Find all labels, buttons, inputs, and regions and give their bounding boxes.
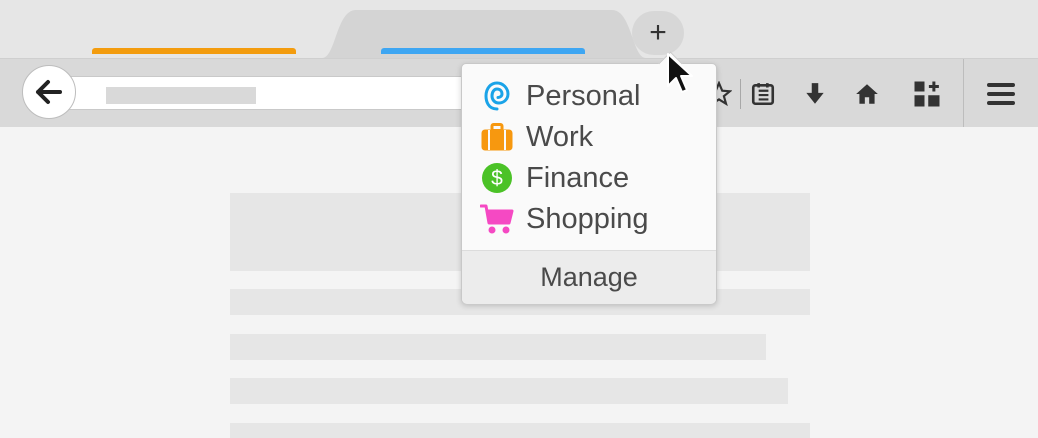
content-placeholder-line (230, 423, 810, 438)
briefcase-icon (480, 120, 514, 154)
menu-item-work[interactable]: Work (462, 117, 716, 157)
cart-icon (480, 202, 514, 236)
content-placeholder-line (230, 334, 766, 360)
download-icon[interactable] (800, 79, 830, 109)
tab-color-indicator (92, 48, 296, 54)
menu-item-shopping[interactable]: Shopping (462, 199, 716, 239)
tab-color-indicator (381, 48, 585, 54)
container-menu: Personal Work $ Finance Shopping Manage (461, 51, 717, 304)
home-icon[interactable] (852, 79, 882, 109)
menu-item-label: Shopping (526, 202, 649, 235)
tab-personal[interactable] (92, 48, 296, 58)
menu-item-finance[interactable]: $ Finance (462, 158, 716, 198)
menu-item-label: Work (526, 120, 594, 153)
svg-text:$: $ (491, 167, 503, 190)
hamburger-menu-icon[interactable] (986, 79, 1016, 109)
manage-containers-button[interactable]: Manage (462, 250, 716, 304)
tab-active-indicator-wrap (381, 48, 585, 58)
fingerprint-icon (480, 79, 514, 113)
reading-list-icon[interactable] (748, 79, 778, 109)
new-tab-button[interactable]: + (632, 11, 684, 55)
back-arrow-icon (36, 80, 62, 104)
menu-item-label: Personal (526, 79, 641, 112)
tab-strip: + (0, 0, 1038, 58)
manage-label: Manage (540, 262, 638, 292)
mouse-cursor-icon (667, 53, 693, 93)
back-button[interactable] (22, 65, 76, 119)
add-ons-icon[interactable] (912, 79, 942, 109)
menu-item-label: Finance (526, 161, 630, 194)
dollar-icon: $ (480, 161, 514, 195)
toolbar-separator (963, 59, 964, 127)
plus-icon: + (649, 16, 667, 49)
content-placeholder-line (230, 378, 788, 404)
toolbar-separator (740, 79, 741, 109)
url-bar[interactable] (64, 76, 484, 110)
url-text-placeholder (106, 87, 256, 104)
